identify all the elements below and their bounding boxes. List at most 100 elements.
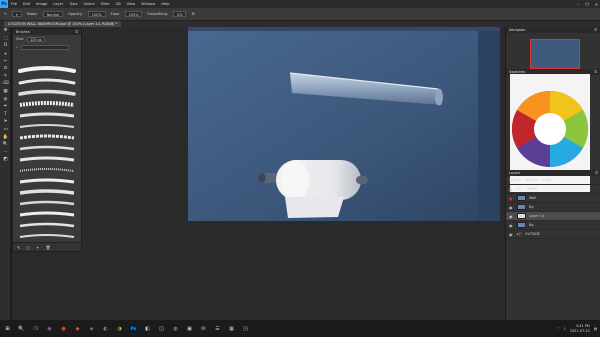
photoshop-taskbar-icon[interactable]: Ps — [129, 324, 138, 333]
new-group-icon[interactable]: ▢ — [26, 245, 30, 250]
search-icon[interactable]: 🔍 — [17, 324, 26, 333]
menu-filter[interactable]: Filter — [101, 2, 110, 6]
folder-icon: ▸▢ — [517, 187, 522, 191]
visibility-eye-icon[interactable]: ◉ — [509, 187, 514, 192]
task-view-icon[interactable]: ❍ — [31, 324, 40, 333]
tools-panel: ✥ ⬚ ʘ ⌖ ✂ ⊡ ✎ ⌫ ▦ ◍ ✒ T ➤ ▭ ✋ 🔍 ⋯ ◩ — [0, 27, 11, 320]
shape-tool-icon[interactable]: ▭ — [0, 126, 11, 134]
navigator-thumbnail[interactable] — [530, 39, 580, 69]
layer-item[interactable]: ◉ ▸▢ ORIGIN — [506, 185, 600, 194]
size-input[interactable]: 125 px — [27, 36, 45, 42]
document-canvas[interactable] — [188, 27, 500, 221]
brush-settings-icon[interactable]: ✎ — [17, 245, 20, 250]
layer-item[interactable]: ◉ ▸▢ OUTSIDE — [506, 230, 600, 239]
volume-icon[interactable]: ♪ — [564, 327, 566, 331]
chrome-icon[interactable]: ◑ — [115, 324, 124, 333]
brush-preset-picker[interactable]: ▾ — [12, 11, 22, 17]
minimize-button[interactable]: – — [577, 2, 579, 7]
app-icon[interactable]: ◐ — [101, 324, 110, 333]
crop-tool-icon[interactable]: ✂ — [0, 57, 11, 65]
panel-menu-icon[interactable]: ☰ — [75, 29, 78, 35]
options-bar: ✎ ▾ Mode: Normal Opacity: 100% Flow: 100… — [0, 8, 600, 21]
marquee-tool-icon[interactable]: ⬚ — [0, 35, 11, 43]
new-brush-icon[interactable]: + — [36, 245, 39, 250]
brush-search-input[interactable] — [20, 44, 69, 50]
notification-icon[interactable]: ▤ — [594, 327, 597, 331]
visibility-eye-icon[interactable]: ◉ — [509, 232, 514, 237]
clock[interactable]: 3:41 PM 2021-07-13 — [570, 324, 590, 333]
menu-help[interactable]: Help — [161, 2, 169, 6]
menu-layer[interactable]: Layer — [53, 2, 63, 6]
eraser-tool-icon[interactable]: ⌫ — [0, 80, 11, 88]
panel-menu-icon[interactable]: ☰ — [594, 69, 597, 75]
layer-item[interactable]: ◉ Bg — [506, 203, 600, 212]
color-swatch-icon[interactable]: ◩ — [0, 156, 11, 164]
start-button-icon[interactable]: ⊞ — [3, 324, 12, 333]
zoom-tool-icon[interactable]: 🔍 — [0, 141, 11, 149]
visibility-eye-icon[interactable]: ◉ — [509, 205, 514, 210]
type-tool-icon[interactable]: T — [0, 111, 11, 119]
smoothing-label: Smoothing: — [147, 12, 169, 16]
close-button[interactable]: ✕ — [595, 2, 598, 7]
path-select-tool-icon[interactable]: ➤ — [0, 118, 11, 126]
layer-item[interactable]: ◉ Bg — [506, 221, 600, 230]
menu-edit[interactable]: Edit — [23, 2, 30, 6]
color-wheel — [511, 90, 589, 168]
brush-tool-icon[interactable]: ✎ — [4, 12, 7, 16]
frame-tool-icon[interactable]: ⊡ — [0, 65, 11, 73]
mail-icon[interactable]: ✉ — [199, 324, 208, 333]
delete-brush-icon[interactable]: 🗑 — [46, 245, 51, 250]
quick-select-tool-icon[interactable]: ⌖ — [0, 50, 11, 58]
opacity-value[interactable]: 100% — [541, 178, 551, 182]
hand-tool-icon[interactable]: ✋ — [0, 133, 11, 141]
lasso-tool-icon[interactable]: ʘ — [0, 42, 11, 50]
layer-thumbnail — [517, 222, 526, 228]
menu-window[interactable]: Window — [141, 2, 155, 6]
gradient-tool-icon[interactable]: ▦ — [0, 88, 11, 96]
visibility-eye-icon[interactable]: ◉ — [509, 214, 514, 219]
app-icon[interactable]: ◈ — [87, 324, 96, 333]
folder-icon: ▸▢ — [517, 232, 522, 236]
layer-item[interactable]: ● Wall — [506, 194, 600, 203]
pen-tool-icon[interactable]: ✒ — [0, 103, 11, 111]
app-icon[interactable]: ◧ — [143, 324, 152, 333]
menu-view[interactable]: View — [127, 2, 136, 6]
layer-name: OUTSIDE — [524, 232, 541, 236]
app-icon[interactable]: ☰ — [213, 324, 222, 333]
maximize-button[interactable]: ❐ — [585, 2, 589, 7]
app-icon[interactable]: ◫ — [157, 324, 166, 333]
move-tool-icon[interactable]: ✥ — [0, 27, 11, 35]
more-tools-icon[interactable]: ⋯ — [0, 149, 11, 157]
canvas-artwork — [188, 27, 500, 221]
menu-3d[interactable]: 3D — [116, 2, 121, 6]
menu-select[interactable]: Select — [84, 2, 95, 6]
brush-tool-icon[interactable]: ✎ — [0, 73, 11, 81]
menu-file[interactable]: File — [11, 2, 17, 6]
brush-stroke-list[interactable] — [16, 65, 78, 241]
layer-item-selected[interactable]: ◉ Layer 14 — [506, 212, 600, 221]
layers-title: Layers — [509, 171, 521, 175]
settings-gear-icon[interactable]: ⚙ — [191, 12, 194, 16]
visibility-eye-icon[interactable]: ◉ — [509, 223, 514, 228]
flow-input[interactable]: 100% — [124, 11, 143, 17]
layer-name: Bg — [529, 205, 534, 209]
app-icon[interactable]: ▣ — [185, 324, 194, 333]
app-icon[interactable]: ▦ — [227, 324, 236, 333]
layer-thumbnail — [517, 213, 526, 219]
app-icon[interactable]: ◉ — [45, 324, 54, 333]
app-icon[interactable]: ◳ — [241, 324, 250, 333]
opacity-input[interactable]: 100% — [87, 11, 106, 17]
smoothing-input[interactable]: 0% — [173, 11, 187, 17]
app-icon[interactable]: ◆ — [73, 324, 82, 333]
blur-tool-icon[interactable]: ◍ — [0, 95, 11, 103]
menu-image[interactable]: Image — [36, 2, 47, 6]
steam-icon[interactable]: ◍ — [171, 324, 180, 333]
system-tray: ⌃ ♪ 3:41 PM 2021-07-13 ▤ — [557, 320, 597, 337]
app-icon[interactable]: ● — [59, 324, 68, 333]
mode-select[interactable]: Normal — [42, 11, 64, 17]
panel-menu-icon[interactable]: ☰ — [595, 170, 598, 176]
blend-mode-select[interactable]: Normal — [509, 178, 521, 182]
visibility-eye-icon[interactable]: ● — [509, 196, 514, 201]
network-icon[interactable]: ⌃ — [557, 327, 560, 331]
menu-type[interactable]: Type — [69, 2, 77, 6]
